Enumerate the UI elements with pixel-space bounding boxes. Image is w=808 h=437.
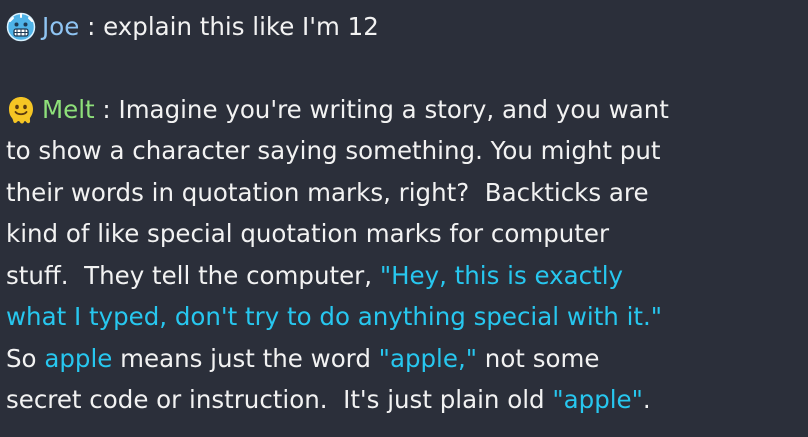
message-text: Imagine you're writing a story, and you …	[118, 94, 669, 124]
message-line: So apple means just the word "apple," no…	[6, 338, 804, 380]
message-melt: Melt : Imagine you're writing a story, a…	[6, 89, 804, 421]
username-joe[interactable]: Joe	[42, 6, 79, 48]
highlighted-text: what I typed, don't try to do anything s…	[6, 302, 663, 331]
message-text: kind of like special quotation marks for…	[6, 219, 610, 248]
message-line: stuff. They tell the computer, "Hey, thi…	[6, 255, 804, 297]
message-body: to show a character saying something. Yo…	[6, 130, 804, 421]
highlighted-text: apple	[44, 343, 113, 373]
chat-log: Joe : explain this like I'm 12 Melt : Im…	[0, 0, 808, 437]
name-separator: :	[79, 11, 104, 41]
username-melt[interactable]: Melt	[42, 89, 95, 131]
cold-face-emoji-icon	[6, 12, 36, 42]
message-gap	[6, 47, 804, 89]
message-text: means just the word	[112, 343, 379, 373]
name-separator: :	[94, 94, 119, 124]
highlighted-text: "apple"	[552, 385, 643, 414]
message-text: explain this like I'm 12	[103, 11, 379, 41]
highlighted-text: "Hey, this is exactly	[379, 260, 624, 290]
message-line: secret code or instruction. It's just pl…	[6, 379, 804, 421]
message-text: their words in quotation marks, right? B…	[6, 177, 649, 207]
melting-face-emoji-icon	[6, 95, 36, 125]
message-line: kind of like special quotation marks for…	[6, 213, 804, 255]
message-line: to show a character saying something. Yo…	[6, 130, 804, 172]
message-joe: Joe : explain this like I'm 12	[6, 6, 804, 47]
message-header: Joe : explain this like I'm 12	[6, 6, 804, 47]
message-line: their words in quotation marks, right? B…	[6, 172, 804, 214]
message-text: secret code or instruction. It's just pl…	[6, 385, 553, 414]
message-text: .	[642, 385, 651, 414]
message-text: So	[6, 343, 45, 373]
message-header: Melt : Imagine you're writing a story, a…	[6, 89, 804, 130]
message-line: Imagine you're writing a story, and you …	[118, 89, 668, 131]
message-text: to show a character saying something. Yo…	[6, 136, 661, 165]
message-line: what I typed, don't try to do anything s…	[6, 296, 804, 338]
highlighted-text: "apple,"	[378, 343, 477, 373]
message-text: not some	[477, 343, 600, 373]
message-text: stuff. They tell the computer,	[6, 260, 380, 290]
